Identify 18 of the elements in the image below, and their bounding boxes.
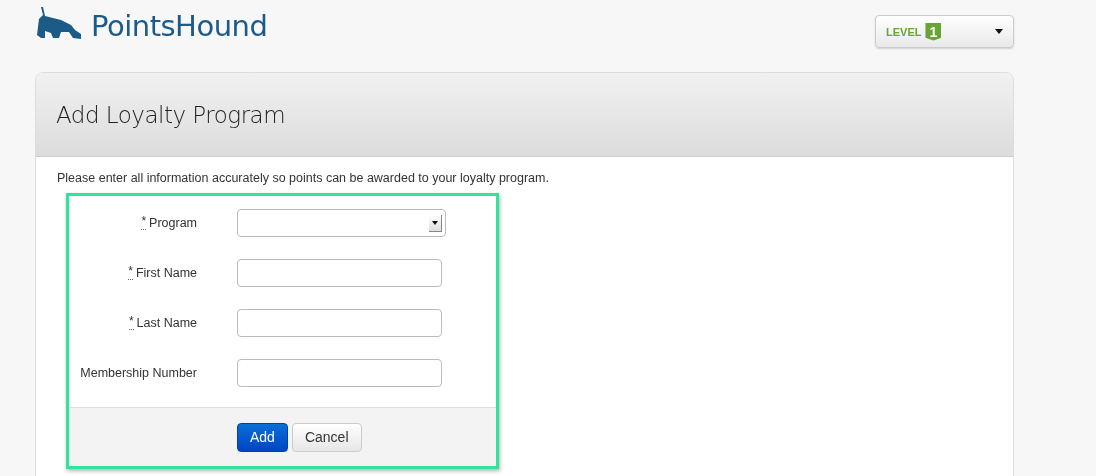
cancel-button[interactable]: Cancel — [291, 422, 362, 452]
field-label: Last Name — [136, 316, 197, 330]
intro-text: Please enter all information accurately so points can be awarded to your loyalty program. — [57, 171, 549, 185]
required-mark: * — [141, 216, 147, 230]
program-select[interactable] — [237, 209, 446, 237]
input-field[interactable] — [237, 309, 442, 337]
caret-icon — [995, 29, 1003, 34]
input-field[interactable] — [237, 359, 442, 387]
required-mark: * — [128, 266, 133, 280]
field-label: Membership Number — [80, 366, 197, 380]
field-label: First Name — [135, 266, 197, 280]
add-button[interactable]: Add — [237, 422, 288, 452]
card-title: Add Loyalty Program — [56, 101, 286, 128]
level-badge: 1 — [925, 22, 942, 41]
field-label: Program — [149, 216, 197, 230]
required-mark: * — [128, 316, 134, 330]
brand-name[interactable]: PointsHound — [91, 9, 268, 43]
input-field[interactable] — [237, 259, 442, 287]
